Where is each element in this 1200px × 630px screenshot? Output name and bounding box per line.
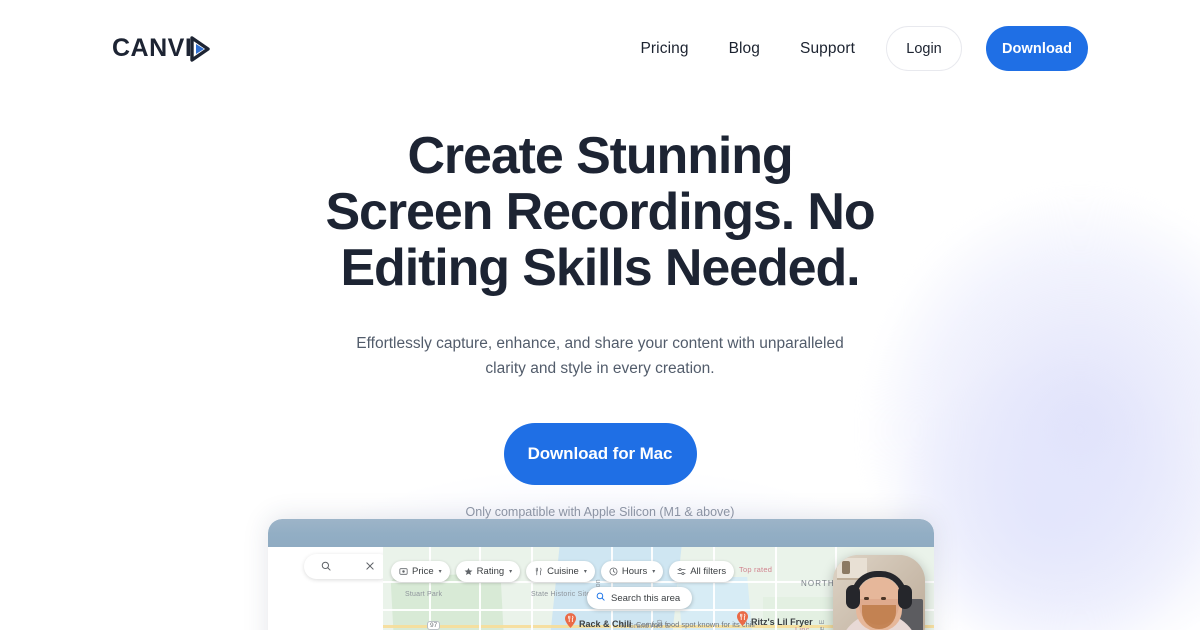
webcam-person-eye-left — [864, 597, 869, 600]
map-poi-name: Rack & Chili — [579, 619, 632, 629]
search-this-area-button[interactable]: Search this area — [587, 587, 693, 609]
sidebar-search-box[interactable] — [304, 554, 392, 579]
compatibility-note: Only compatible with Apple Silicon (M1 &… — [465, 505, 735, 519]
landing-page: CANVI Pricing Blog Support Login Downloa… — [0, 0, 1200, 630]
hero-subtitle: Effortlessly capture, enhance, and share… — [356, 335, 844, 377]
site-header: CANVI Pricing Blog Support Login Downloa… — [0, 0, 1200, 71]
close-icon[interactable] — [365, 558, 375, 576]
header-actions: Pricing Blog Support Login Download — [640, 26, 1088, 71]
map-road — [531, 547, 533, 630]
chevron-down-icon: ▾ — [583, 569, 587, 575]
filter-chip-cuisine[interactable]: Cuisine ▾ — [526, 561, 595, 582]
nav-link-pricing[interactable]: Pricing — [640, 40, 688, 58]
webcam-shelf-object — [842, 561, 850, 574]
map-label-state-historic-site: State Historic Site — [531, 591, 591, 598]
map-poi[interactable]: Ritz's Lil Fryer — [737, 611, 813, 630]
clock-icon — [609, 567, 618, 576]
headphones-earcup-left — [846, 585, 860, 609]
page-title: Create Stunning Screen Recordings. No Ed… — [325, 127, 875, 297]
map-label-stuart-park: Stuart Park — [405, 591, 443, 598]
webcam-bubble[interactable] — [833, 555, 925, 630]
price-tag-icon — [399, 567, 408, 576]
chevron-down-icon: ▾ — [652, 569, 656, 575]
map-poi-name: Ritz's Lil Fryer — [751, 617, 813, 627]
map-route-shield: 97 — [427, 621, 441, 630]
preview-window-chrome — [268, 519, 934, 547]
map-poi-text: Ritz's Lil Fryer — [751, 611, 813, 630]
preview-content: ⋮ — [268, 547, 934, 630]
map-label-ave-e: Ave E — [819, 619, 826, 630]
main-nav: Pricing Blog Support — [640, 40, 855, 58]
filter-chip-all-filters[interactable]: All filters — [669, 561, 735, 582]
headphones-earcup-right — [898, 585, 912, 609]
search-icon — [596, 592, 605, 604]
login-button[interactable]: Login — [886, 26, 962, 71]
filter-chip-label: Price — [412, 566, 434, 577]
restaurant-icon — [534, 567, 543, 576]
star-icon — [464, 567, 473, 576]
sliders-icon — [677, 567, 686, 576]
map-poi[interactable]: Rack & Chili Comfort food spot known for… — [565, 613, 755, 630]
map-road — [429, 547, 431, 630]
filter-chip-rating[interactable]: Rating ▾ — [455, 561, 521, 582]
map-label-top-rated: Top rated — [739, 565, 773, 574]
nav-link-support[interactable]: Support — [800, 40, 855, 58]
filter-chip-hours[interactable]: Hours ▾ — [600, 561, 664, 582]
map-filter-bar: Price ▾ Rating ▾ Cuisine ▾ Hours ▾ All f… — [391, 561, 735, 582]
filter-chip-label: Rating — [476, 566, 505, 577]
filter-chip-label: Hours — [621, 566, 648, 577]
webcam-person-eye-right — [881, 597, 886, 600]
chevron-down-icon: ▾ — [509, 569, 513, 575]
download-for-mac-button[interactable]: Download for Mac — [503, 423, 697, 485]
search-this-area-label: Search this area — [611, 592, 681, 604]
chevron-down-icon: ▾ — [438, 569, 442, 575]
hero-cta-wrap: Download for Mac — [0, 423, 1200, 485]
app-preview-window: ⋮ — [268, 519, 934, 630]
nav-link-blog[interactable]: Blog — [729, 40, 760, 58]
map-canvas[interactable]: Price ▾ Rating ▾ Cuisine ▾ Hours ▾ All f… — [383, 547, 934, 630]
filter-chip-label: Cuisine — [547, 566, 579, 577]
filter-chip-price[interactable]: Price ▾ — [391, 561, 450, 582]
map-pin-icon — [565, 613, 576, 628]
map-poi-text: Rack & Chili Comfort food spot known for… — [579, 613, 755, 630]
map-pin-icon — [737, 611, 748, 626]
filter-chip-label: All filters — [690, 566, 727, 577]
download-button[interactable]: Download — [986, 26, 1088, 71]
preview-sidebar: ⋮ — [268, 547, 392, 630]
brand-logo[interactable]: CANVI — [112, 27, 234, 71]
search-icon — [321, 558, 331, 576]
hero-section: Create Stunning Screen Recordings. No Ed… — [0, 71, 1200, 519]
svg-text:CANVI: CANVI — [112, 34, 192, 62]
map-road — [479, 547, 481, 630]
canvid-wordmark-icon: CANVI — [112, 34, 210, 62]
